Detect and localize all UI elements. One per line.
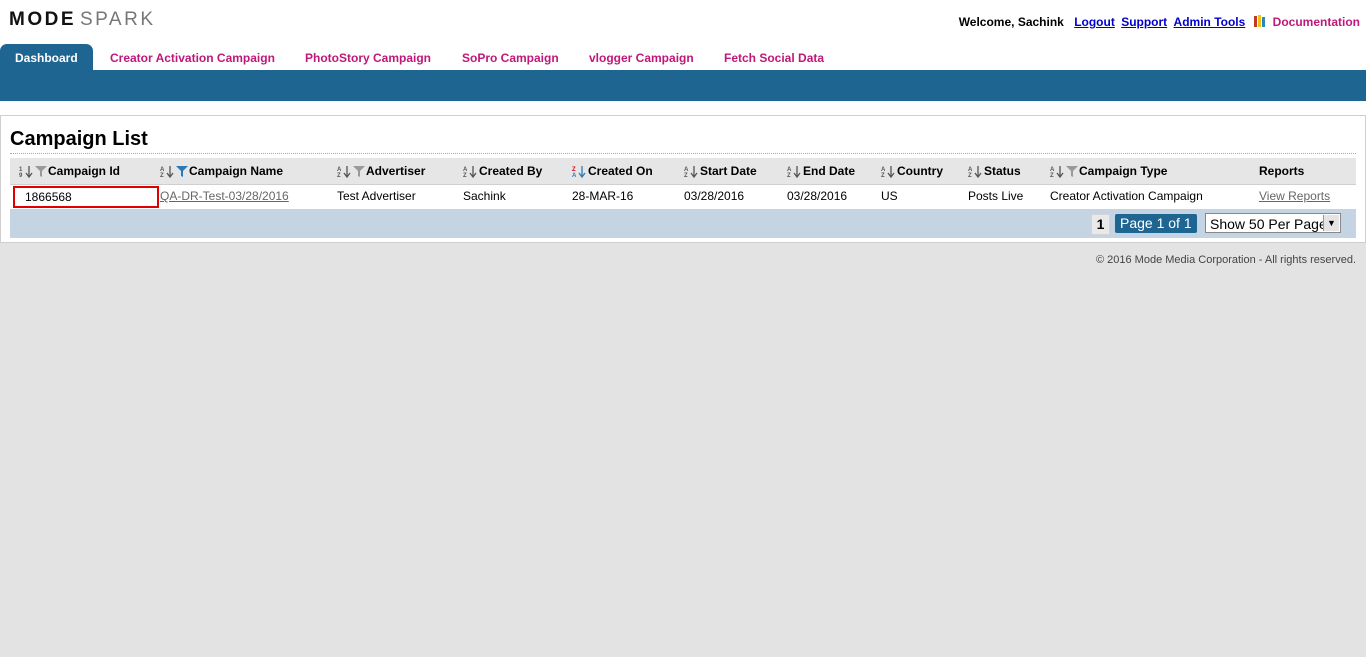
admin-tools-link[interactable]: Admin Tools <box>1174 15 1246 29</box>
sort-alpha-icon[interactable]: AZ <box>787 165 802 179</box>
cell-created-on: 28-MAR-16 <box>572 189 634 203</box>
welcome-text: Welcome, Sachink <box>958 15 1064 29</box>
column-header-campaign-id[interactable]: 1 9 Campaign Id <box>19 158 120 184</box>
svg-text:9: 9 <box>19 173 23 178</box>
column-label: Country <box>897 164 943 178</box>
page-title: Campaign List <box>10 128 148 150</box>
chevron-down-icon[interactable]: ▼ <box>1323 215 1339 231</box>
column-header-start-date[interactable]: A Z Start Date <box>684 158 757 184</box>
filter-active-icon[interactable] <box>176 165 188 178</box>
svg-text:Z: Z <box>160 173 164 178</box>
column-header-created-on[interactable]: Z A Created On <box>572 158 653 184</box>
campaign-name-link[interactable]: QA-DR-Test-03/28/2016 <box>160 185 289 208</box>
column-label: Created On <box>588 164 653 178</box>
documentation-link[interactable]: Documentation <box>1273 15 1360 29</box>
column-header-campaign-name[interactable]: A Z Campaign Name <box>160 158 283 184</box>
tab-dashboard[interactable]: Dashboard <box>0 44 93 70</box>
column-header-status[interactable]: A Z Status <box>968 158 1021 184</box>
cell-end-date: 03/28/2016 <box>787 189 848 203</box>
column-label: Campaign Name <box>189 164 284 178</box>
svg-text:Z: Z <box>881 173 885 178</box>
svg-text:Z: Z <box>787 173 791 178</box>
campaign-grid: 1 9 Campaign Id A Z Campaign Name A Z Advertis… <box>10 158 1356 238</box>
per-page-select[interactable]: Show 50 Per Page ▼ <box>1205 213 1341 233</box>
tab-creator-activation-campaign[interactable]: Creator Activation Campaign <box>110 44 275 70</box>
tab-fetch-social-data[interactable]: Fetch Social Data <box>724 44 824 70</box>
mode-spark-logo: MODE SPARK <box>9 10 156 30</box>
campaign-list-panel: Campaign List 1 9 Campaign Id A Z Campaign N… <box>0 115 1366 243</box>
svg-text:Z: Z <box>463 173 467 178</box>
sort-alpha-icon[interactable]: AZ <box>968 165 983 179</box>
column-header-country[interactable]: A Z Country <box>881 158 943 184</box>
title-divider <box>10 153 1356 154</box>
logo-light: SPARK <box>80 9 156 30</box>
column-label: Status <box>984 164 1021 178</box>
filter-icon[interactable] <box>1066 165 1078 178</box>
page-number-button[interactable]: 1 <box>1091 214 1110 235</box>
column-header-created-by[interactable]: A Z Created By <box>463 158 542 184</box>
page-info: Page 1 of 1 <box>1115 214 1197 233</box>
cell-start-date: 03/28/2016 <box>684 189 745 203</box>
svg-text:Z: Z <box>337 173 341 178</box>
svg-text:Z: Z <box>968 173 972 178</box>
sort-alpha-icon[interactable]: AZ <box>1050 165 1065 179</box>
user-links: Welcome, Sachink Logout Support Admin To… <box>959 14 1360 29</box>
filter-icon[interactable] <box>35 165 47 178</box>
filter-icon[interactable] <box>353 165 365 178</box>
nav-bar <box>0 70 1366 101</box>
cell-campaign-type: Creator Activation Campaign <box>1050 189 1203 203</box>
column-label: End Date <box>803 164 856 178</box>
column-header-reports: Reports <box>1259 164 1305 178</box>
copyright: © 2016 Mode Media Corporation - All righ… <box>1095 254 1356 266</box>
sort-desc-active-icon[interactable]: ZA <box>572 165 587 179</box>
cell-country: US <box>881 189 898 203</box>
column-label: Campaign Type <box>1079 164 1168 178</box>
column-label: Start Date <box>700 164 757 178</box>
tab-photostory-campaign[interactable]: PhotoStory Campaign <box>305 44 431 70</box>
cell-advertiser: Test Advertiser <box>337 189 416 203</box>
cell-created-by: Sachink <box>463 189 506 203</box>
column-label: Created By <box>479 164 543 178</box>
table-row[interactable]: 1866568 QA-DR-Test-03/28/2016 Test Adver… <box>10 185 1356 208</box>
sort-alpha-icon[interactable]: AZ <box>337 165 352 179</box>
cell-status: Posts Live <box>968 189 1024 203</box>
pagination-bar: 1 Page 1 of 1 Show 50 Per Page ▼ <box>10 209 1356 238</box>
sort-alpha-icon[interactable]: AZ <box>684 165 699 179</box>
sort-numeric-icon[interactable]: 19 <box>19 165 34 179</box>
grid-header: 1 9 Campaign Id A Z Campaign Name A Z Advertis… <box>10 158 1356 185</box>
svg-text:Z: Z <box>684 173 688 178</box>
cell-campaign-id[interactable]: 1866568 <box>13 186 159 208</box>
support-link[interactable]: Support <box>1121 15 1167 29</box>
column-label: Campaign Id <box>48 164 121 178</box>
books-icon[interactable] <box>1253 14 1267 28</box>
view-reports-link[interactable]: View Reports <box>1259 185 1330 208</box>
svg-text:Z: Z <box>1050 173 1054 178</box>
tab-sopro-campaign[interactable]: SoPro Campaign <box>462 44 559 70</box>
sort-alpha-icon[interactable]: AZ <box>160 165 175 179</box>
logout-link[interactable]: Logout <box>1074 15 1115 29</box>
sort-alpha-icon[interactable]: AZ <box>463 165 478 179</box>
svg-text:A: A <box>572 173 577 178</box>
logo-bold: MODE <box>9 9 76 30</box>
column-header-end-date[interactable]: A Z End Date <box>787 158 855 184</box>
spacer <box>0 101 1366 115</box>
column-header-advertiser[interactable]: A Z Advertiser <box>337 158 425 184</box>
main-tabs: Dashboard Creator Activation Campaign Ph… <box>0 44 1366 70</box>
sort-alpha-icon[interactable]: AZ <box>881 165 896 179</box>
per-page-value: Show 50 Per Page <box>1210 216 1327 232</box>
column-label: Advertiser <box>366 164 426 178</box>
top-header: MODE SPARK Welcome, Sachink Logout Suppor… <box>0 0 1366 44</box>
column-header-campaign-type[interactable]: A Z Campaign Type <box>1050 158 1167 184</box>
tab-vlogger-campaign[interactable]: vlogger Campaign <box>589 44 694 70</box>
